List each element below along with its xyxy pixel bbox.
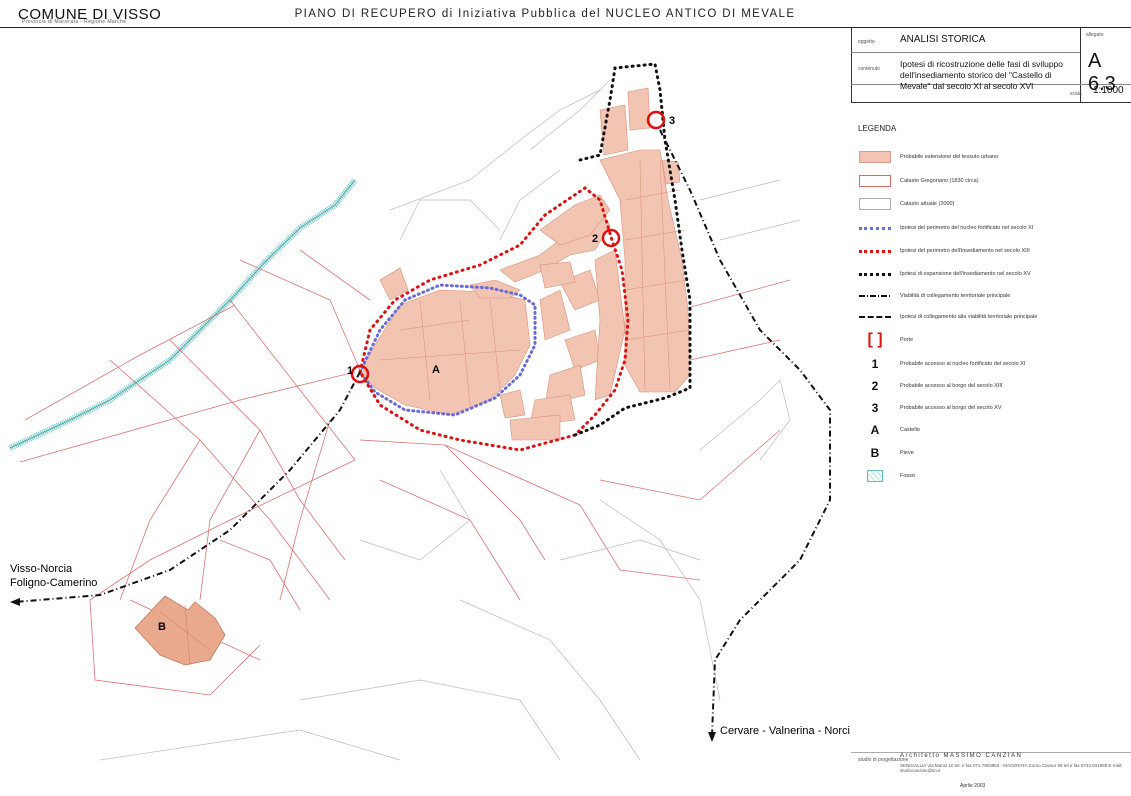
main-road [10, 129, 831, 742]
legend-label: Fosso [900, 473, 915, 479]
gate-bracket-icon: [ ] [867, 331, 883, 348]
legend-item: 3 Probabile accesso al borgo del secolo X… [858, 401, 1002, 415]
legend-item: Ipotesi di collegamento alla viabilità t… [858, 310, 1037, 324]
legend-label: Ipotesi del perimetro dell'insediamento … [900, 248, 1030, 254]
architect-name: Architetto MASSIMO CANZIAN [900, 753, 1023, 759]
legend-item: 2 Probabile accesso al borgo del secolo X… [858, 379, 1003, 393]
legend-item: Catasto attuale (2000) [858, 197, 954, 211]
pieve-label: B [158, 621, 166, 633]
contenuto-label: contenuto [858, 66, 880, 72]
site-map: 1 2 3 A B Visso-Norcia Foligno-Camerino … [8, 62, 850, 761]
building-block [499, 389, 526, 419]
legend-key: 3 [871, 401, 879, 415]
legend-item: Probabile estensione del tessuto urbano [858, 150, 998, 164]
current-cadastre-swatch-icon [859, 198, 891, 210]
legend-label: Porte [900, 337, 914, 343]
legend-label: Catasto Gregoriano (1830 circa) [900, 178, 979, 184]
stream-hatch-icon [867, 470, 883, 482]
legend-label: Viabilità di collegamento territoriale p… [900, 293, 1011, 299]
road-south-label: Cervare - Valnerina - Norcia [720, 725, 850, 737]
legend-key: A [870, 423, 880, 437]
legend-label: Probabile estensione del tessuto urbano [900, 154, 999, 160]
oggetto-label: oggetto [858, 39, 875, 45]
pieve-building [134, 595, 226, 666]
dash-dot-line-icon [859, 295, 891, 297]
gate-3-label: 3 [669, 115, 675, 127]
allegato-label: allegato [1086, 32, 1104, 38]
road-west-label-2: Foligno-Camerino [10, 577, 97, 589]
gate-2-label: 2 [592, 233, 598, 245]
legend-label: Ipotesi di collegamento alla viabilità t… [900, 314, 1038, 320]
urban-fabric [359, 87, 691, 441]
legend-label: Probabile accesso al borgo del secolo XV [900, 405, 1002, 411]
gregorian-cadastre-swatch-icon [859, 175, 891, 187]
dashed-line-icon [859, 316, 891, 318]
legend-label: Ipotesi di espansione dell'insediamento … [900, 271, 1031, 277]
building-block [509, 414, 561, 441]
legend-label: Catasto attuale (2000) [900, 201, 955, 207]
panel-divider [851, 102, 1131, 103]
blue-dotted-line-icon [859, 226, 891, 230]
panel-divider [851, 52, 1080, 53]
legend-item: Ipotesi di espansione dell'insediamento … [858, 267, 1031, 281]
building-block [594, 249, 626, 401]
legend-label: Ipotesi del perimetro del nucleo fortifi… [900, 225, 1034, 231]
legend-key: B [870, 446, 880, 460]
legend-item: [ ] Porte [858, 331, 914, 348]
arrow-left-icon [10, 598, 20, 606]
municipality-subtitle: Provincia di Macerata - Regione Marche [22, 19, 127, 25]
oggetto-value: ANALISI STORICA [900, 34, 986, 45]
legend-label: Castello [900, 427, 920, 433]
stream [8, 178, 358, 451]
red-dotted-line-icon [859, 249, 891, 253]
legend-item: Ipotesi del perimetro dell'insediamento … [858, 244, 1030, 258]
urban-fabric-swatch-icon [859, 151, 891, 163]
legend-item: B Pieve [858, 446, 914, 460]
building-block [599, 104, 629, 156]
black-dotted-line-icon [859, 272, 891, 276]
legend-title: LEGENDA [858, 124, 897, 133]
building-block [564, 329, 601, 371]
legend-label: Pieve [900, 450, 914, 456]
legend-label: Probabile accesso al nucleo fortificato … [900, 361, 1026, 367]
legend-item: Ipotesi del perimetro del nucleo fortifi… [858, 221, 1033, 235]
castello-label: A [432, 364, 440, 376]
legend-item: A Castello [858, 423, 920, 437]
panel-divider [851, 28, 852, 102]
plan-title: PIANO DI RECUPERO di Iniziativa Pubblica… [294, 8, 796, 20]
arrow-down-icon [708, 732, 716, 742]
legend-item: Viabilità di collegamento territoriale p… [858, 289, 1010, 303]
legend-label: Probabile accesso al borgo del secolo XI… [900, 383, 1003, 389]
road-west-label-1: Visso-Norcia [10, 563, 73, 575]
building-block [539, 289, 571, 341]
scale-label: scala [1070, 91, 1082, 97]
date-label: Aprile 2003 [960, 783, 986, 789]
legend-item: Catasto Gregoriano (1830 circa) [858, 174, 979, 188]
gate-1-label: 1 [347, 365, 353, 377]
scale-value: 1:1000 [1093, 85, 1124, 96]
legend-item: 1 Probabile accesso al nucleo fortificato… [858, 357, 1026, 371]
legend-key: 2 [871, 379, 879, 393]
building-block [627, 87, 651, 131]
legend-item: Fosso [858, 469, 915, 483]
architect-address: SENIGALLIA Via Manni 10 tel. e fax 071.7… [900, 763, 1123, 773]
legend-key: 1 [871, 357, 879, 371]
contenuto-value: Ipotesi di ricostruzione delle fasi di s… [900, 59, 1064, 91]
